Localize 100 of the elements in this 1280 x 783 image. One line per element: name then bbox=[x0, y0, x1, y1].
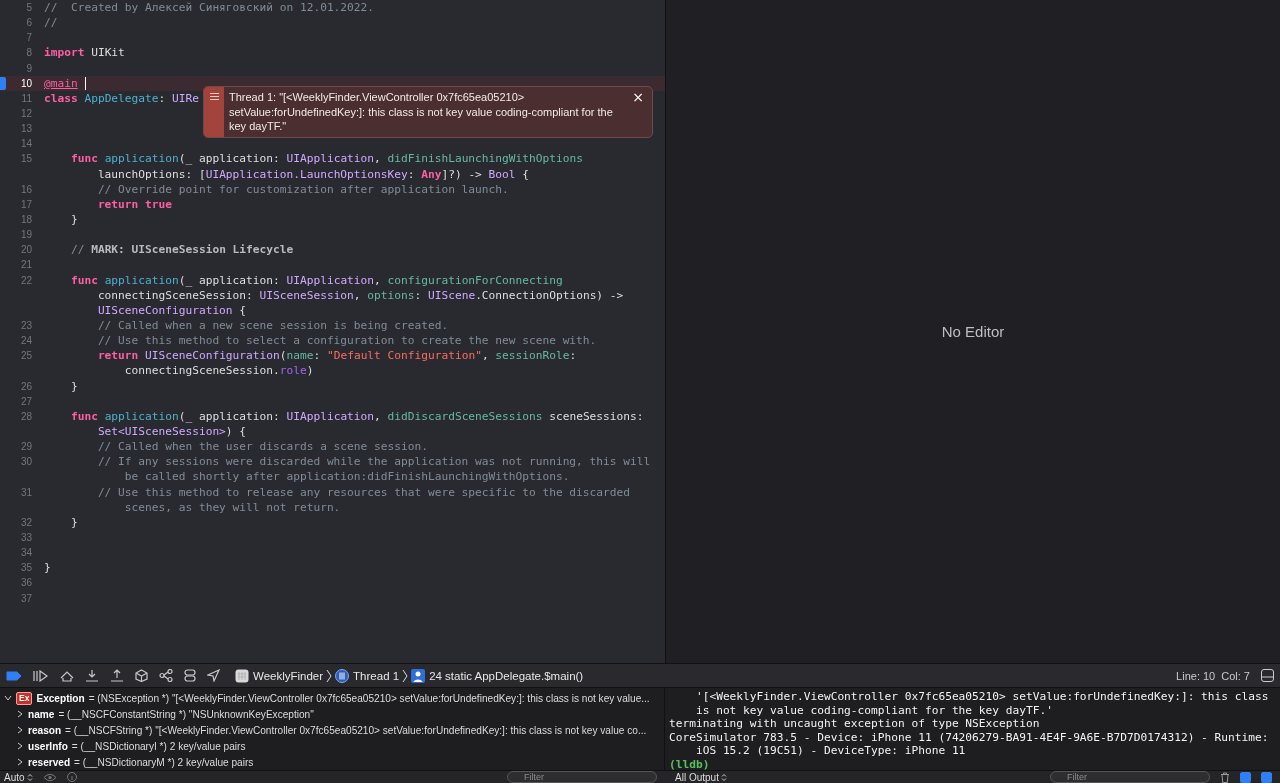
line-number: 14 bbox=[19, 138, 32, 150]
console-view-toggle[interactable] bbox=[1261, 771, 1272, 783]
console-line: is not key value coding-compliant for the key dayTF.' bbox=[694, 703, 1054, 718]
console-prompt: (lldb) bbox=[669, 757, 711, 770]
line-number: 32 bbox=[19, 516, 32, 528]
line-number: 21 bbox=[19, 259, 32, 271]
breakpoints-toggle-icon[interactable] bbox=[6, 670, 22, 681]
line-number: 11 bbox=[20, 92, 32, 104]
code-line: // Use this method to release any resources that were specific to the discarded bbox=[96, 485, 630, 499]
location-arrow-icon[interactable] bbox=[207, 669, 220, 682]
line-number: 24 bbox=[19, 335, 32, 347]
breadcrumb-item[interactable]: WeeklyFinder bbox=[235, 668, 324, 683]
code-line: // Use this method to select a configuration to create the new scene with. bbox=[96, 334, 597, 348]
continue-icon[interactable] bbox=[33, 669, 49, 682]
exception-badge: Ex bbox=[16, 691, 33, 705]
variable-value: = (__NSDictionaryM *) 2 key/value pairs bbox=[74, 756, 254, 768]
cube-icon[interactable] bbox=[135, 669, 148, 682]
line-number: 13 bbox=[19, 123, 32, 135]
variable-value: = (NSException *) "[<WeeklyFinder.ViewController 0x7fc65ea05210> setValue:forUndefinedKey:]: this class is not key value... bbox=[88, 692, 650, 704]
code-line: return true bbox=[96, 197, 172, 211]
line-number: 19 bbox=[19, 229, 32, 241]
line-number: 10 bbox=[19, 77, 32, 89]
output-selector[interactable]: All Output bbox=[675, 771, 727, 783]
line-number: 9 bbox=[25, 62, 32, 74]
variable-name: name bbox=[28, 708, 55, 720]
code-line: func application(_ application: UIApplication, didDiscardSceneSessions sceneSessions: bbox=[69, 409, 644, 423]
line-number: 7 bbox=[25, 32, 32, 44]
chevron-right-icon bbox=[402, 668, 409, 683]
column-indicator: Col: 7 bbox=[1221, 669, 1250, 682]
step-over-icon[interactable] bbox=[60, 669, 74, 682]
error-message: Thread 1: "[<WeeklyFinder.ViewController 0x7fc65ea05210> setValue:forUndefinedKey:]: this class is not key value coding-compliant for the key dayTF." bbox=[228, 90, 614, 134]
code-line: UISceneConfiguration { bbox=[96, 303, 247, 317]
code-line: // If any sessions were discarded while the application was not running, this will bbox=[96, 455, 651, 469]
eye-icon[interactable] bbox=[42, 772, 57, 782]
filter-field[interactable]: Filter bbox=[507, 771, 657, 783]
line-number: 22 bbox=[19, 274, 32, 286]
code-line: connectingSceneSession: UISceneSession, options: UIScene.ConnectionOptions) -> bbox=[96, 288, 624, 302]
line-number: 37 bbox=[19, 592, 32, 604]
chevron-right-icon[interactable] bbox=[16, 726, 24, 734]
menu-icon[interactable] bbox=[209, 93, 219, 100]
code-line: launchOptions: [UIApplication.LaunchOptionsKey: Any]?) -> Bool { bbox=[96, 167, 530, 181]
code-line: connectingSceneSession.role) bbox=[123, 364, 314, 378]
code-line: @main bbox=[44, 76, 78, 90]
code-line: Set<UISceneSession>) { bbox=[96, 425, 247, 438]
line-number: 16 bbox=[19, 183, 32, 195]
app-icon bbox=[235, 668, 249, 683]
line-number: 27 bbox=[19, 395, 32, 407]
updown-chevron-icon bbox=[720, 772, 727, 782]
chevron-down-icon[interactable] bbox=[4, 694, 12, 702]
code-line: import UIKit bbox=[44, 46, 125, 60]
code-line: be called shortly after application:didFinishLaunchingWithOptions. bbox=[123, 470, 570, 484]
variables-view-toggle[interactable] bbox=[1240, 771, 1251, 783]
updown-chevron-icon bbox=[26, 772, 33, 782]
code-line: } bbox=[44, 561, 51, 575]
console-line: '[<WeeklyFinder.ViewController 0x7fc65ea05210> setValue:forUndefinedKey:]: this class bbox=[694, 690, 1270, 704]
scope-selector[interactable]: Auto bbox=[4, 771, 33, 783]
step-out-icon[interactable] bbox=[110, 669, 124, 682]
close-button[interactable]: × bbox=[624, 89, 652, 105]
line-number: 23 bbox=[19, 320, 32, 331]
line-number: 12 bbox=[19, 108, 32, 120]
breadcrumb-item[interactable]: 24 static AppDelegate.$main() bbox=[411, 668, 584, 683]
variable-name: Exception bbox=[36, 692, 85, 704]
code-line: // Called when the user discards a scene session. bbox=[96, 440, 428, 454]
variable-name: reason bbox=[28, 724, 62, 736]
code-line: // Called when a new scene session is being created. bbox=[96, 319, 449, 332]
filter-field[interactable]: Filter bbox=[1050, 771, 1210, 783]
variable-name: userInfo bbox=[28, 740, 68, 752]
console-line: iOS 15.2 (19C51) - DeviceType: iPhone 11 bbox=[694, 744, 967, 758]
line-number: 33 bbox=[19, 532, 32, 543]
code-line: } bbox=[69, 379, 78, 393]
code-line: scenes, as they will not return. bbox=[123, 500, 341, 514]
line-number: 36 bbox=[19, 577, 32, 589]
chevron-right-icon[interactable] bbox=[16, 758, 24, 766]
graph-icon[interactable] bbox=[159, 669, 173, 682]
trash-icon[interactable] bbox=[1220, 771, 1230, 783]
chevron-right-icon[interactable] bbox=[16, 742, 24, 750]
line-number: 6 bbox=[25, 17, 32, 29]
console-line: terminating with uncaught exception of type NSException bbox=[669, 717, 1041, 731]
code-line: } bbox=[69, 515, 78, 529]
placeholder-label: No Editor bbox=[941, 323, 1005, 340]
toggles-icon[interactable] bbox=[184, 669, 196, 682]
step-into-icon[interactable] bbox=[85, 669, 99, 682]
code-line: func application(_ application: UIApplication, configurationForConnecting bbox=[69, 273, 563, 287]
code-line: return UISceneConfiguration(name: "Default Configuration", sessionRole: bbox=[96, 349, 577, 363]
line-number: 25 bbox=[19, 350, 32, 362]
chevron-right-icon[interactable] bbox=[16, 710, 24, 718]
info-icon[interactable] bbox=[66, 772, 77, 782]
variable-value: = (__NSCFConstantString *) "NSUnknownKeyException" bbox=[58, 708, 314, 720]
line-number: 17 bbox=[19, 198, 32, 210]
chevron-right-icon bbox=[326, 668, 333, 683]
panel-icon[interactable] bbox=[1261, 669, 1274, 682]
line-number: 5 bbox=[25, 2, 32, 14]
breadcrumb-item[interactable]: Thread 1 bbox=[335, 668, 400, 683]
code-line: } bbox=[69, 213, 78, 227]
variable-name: reserved bbox=[28, 756, 71, 768]
line-number: 26 bbox=[19, 380, 32, 392]
line-number: 29 bbox=[19, 441, 32, 453]
line-number: 34 bbox=[19, 547, 32, 559]
code-line: func application(_ application: UIApplication, didFinishLaunchingWithOptions bbox=[69, 152, 583, 166]
line-number: 30 bbox=[19, 456, 32, 468]
